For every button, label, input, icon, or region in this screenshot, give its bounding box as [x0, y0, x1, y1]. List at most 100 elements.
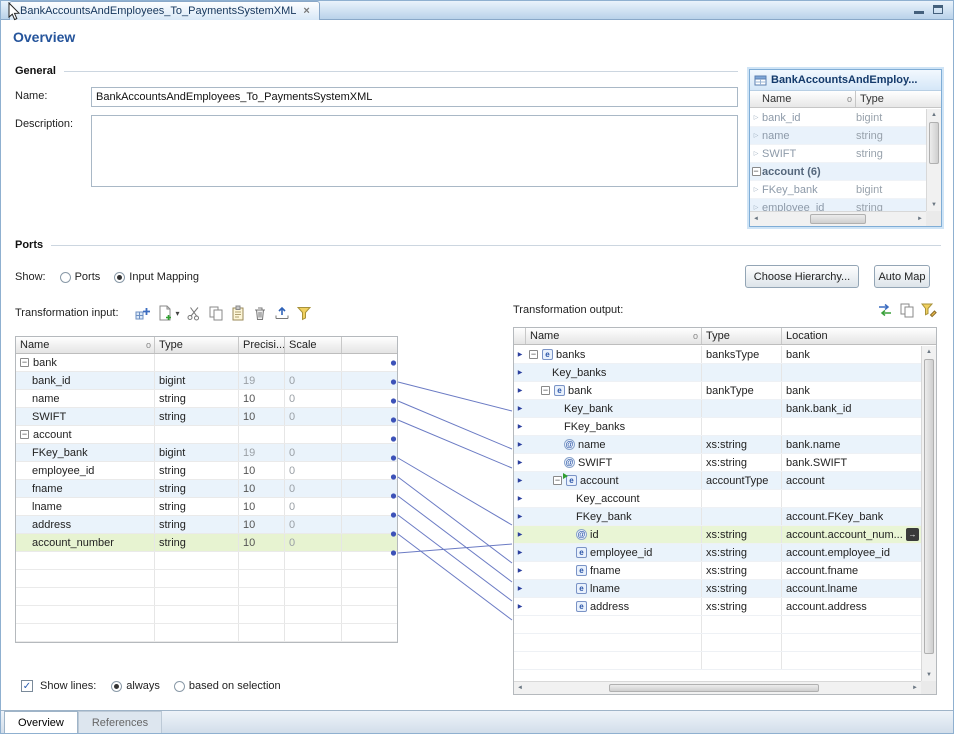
port-name: account_number	[32, 537, 114, 549]
port-name: lname	[590, 583, 620, 595]
expand-arrow-icon[interactable]: ▷	[750, 150, 762, 157]
expand-arrow-icon[interactable]: ▷	[750, 132, 762, 139]
preview-row[interactable]: ▷SWIFTstring	[750, 145, 926, 163]
cut-icon[interactable]	[186, 305, 202, 321]
tab-references[interactable]: References	[78, 711, 162, 733]
delete-icon[interactable]	[252, 305, 268, 321]
preview-row[interactable]: ▷FKey_bankbigint	[750, 181, 926, 199]
scroll-down-icon[interactable]: ▼	[922, 669, 936, 681]
output-port-row[interactable]: ▶eemployee_idxs:stringaccount.employee_i…	[514, 544, 921, 562]
ports-radio[interactable]: Ports	[60, 271, 101, 283]
paste-icon[interactable]	[230, 305, 246, 321]
expand-arrow-icon[interactable]: ▷	[750, 204, 762, 211]
output-port-row[interactable]: ▶@namexs:stringbank.name	[514, 436, 921, 454]
input-port-row[interactable]: bank_idbigint190	[16, 372, 397, 390]
output-port-row[interactable]: ▶−eaccountaccountTypeaccount	[514, 472, 921, 490]
preview-col-name[interactable]: Name o	[750, 91, 856, 107]
output-port-row[interactable]: ▶−ebankbankTypebank	[514, 382, 921, 400]
scrollbar-thumb[interactable]	[929, 122, 939, 164]
scroll-up-icon[interactable]: ▲	[927, 109, 941, 121]
scrollbar-thumb[interactable]	[609, 684, 819, 692]
input-port-row[interactable]: SWIFTstring100	[16, 408, 397, 426]
collapse-icon[interactable]: −	[750, 167, 762, 176]
new-port-icon[interactable]	[157, 305, 173, 321]
header-precision[interactable]: Precisi...	[239, 337, 285, 353]
tab-overview[interactable]: Overview	[4, 711, 78, 733]
minimize-icon[interactable]	[914, 5, 924, 14]
scrollbar-thumb[interactable]	[924, 359, 934, 654]
show-lines-checkbox[interactable]: ✓	[21, 680, 33, 692]
output-vertical-scrollbar[interactable]: ▲ ▼	[921, 346, 936, 681]
scroll-down-icon[interactable]: ▼	[927, 199, 941, 211]
output-port-row[interactable]: ▶Key_account	[514, 490, 921, 508]
collapse-icon[interactable]: −	[553, 476, 562, 485]
output-horizontal-scrollbar[interactable]: ◄ ►	[514, 681, 921, 694]
new-port-dropdown-icon[interactable]: ▾	[176, 309, 180, 318]
always-radio[interactable]: always	[111, 680, 160, 692]
port-name: Key_banks	[552, 367, 606, 379]
output-port-row[interactable]: ▶@idxs:stringaccount.account_num...→	[514, 526, 921, 544]
collapse-icon[interactable]: −	[20, 358, 29, 367]
input-port-row[interactable]: addressstring100	[16, 516, 397, 534]
header-type[interactable]: Type	[702, 328, 782, 344]
input-port-row[interactable]: namestring100	[16, 390, 397, 408]
edit-filter-icon[interactable]	[921, 302, 937, 318]
map-ports-icon[interactable]	[877, 302, 893, 318]
output-port-row[interactable]: ▶−ebanksbanksTypebank	[514, 346, 921, 364]
preview-col-type[interactable]: Type	[856, 91, 941, 107]
scroll-right-icon[interactable]: ►	[909, 682, 921, 694]
collapse-icon[interactable]: −	[541, 386, 550, 395]
header-name[interactable]: Name o	[526, 328, 702, 344]
header-type[interactable]: Type	[155, 337, 239, 353]
scrollbar-thumb[interactable]	[810, 214, 866, 224]
header-location[interactable]: Location	[782, 328, 936, 344]
output-port-row[interactable]: ▶Key_bankbank.bank_id	[514, 400, 921, 418]
input-port-row[interactable]: fnamestring100	[16, 480, 397, 498]
input-port-row[interactable]: −account	[16, 426, 397, 444]
input-port-row[interactable]: FKey_bankbigint190	[16, 444, 397, 462]
collapse-icon[interactable]: −	[20, 430, 29, 439]
description-input[interactable]	[91, 115, 738, 187]
output-port-row[interactable]: ▶efnamexs:stringaccount.fname	[514, 562, 921, 580]
navigate-icon[interactable]: →	[906, 528, 919, 541]
header-scale[interactable]: Scale	[285, 337, 342, 353]
preview-row[interactable]: ▷namestring	[750, 127, 926, 145]
preview-row[interactable]: −account (6)	[750, 163, 926, 181]
scroll-up-icon[interactable]: ▲	[922, 346, 936, 358]
expand-arrow-icon[interactable]: ▷	[750, 186, 762, 193]
name-input[interactable]	[91, 87, 738, 107]
preview-row[interactable]: ▷employee_idstring	[750, 199, 926, 211]
output-port-row[interactable]: ▶@SWIFTxs:stringbank.SWIFT	[514, 454, 921, 472]
editor-tab[interactable]: BankAccountsAndEmployees_To_PaymentsSyst…	[9, 1, 320, 20]
move-up-icon[interactable]	[274, 305, 290, 321]
close-icon[interactable]: ×	[303, 5, 309, 17]
expand-arrow-icon[interactable]: ▷	[750, 114, 762, 121]
copy-icon[interactable]	[208, 305, 224, 321]
copy-icon[interactable]	[899, 302, 915, 318]
auto-map-button[interactable]: Auto Map	[874, 265, 930, 288]
preview-horizontal-scrollbar[interactable]: ◄ ►	[750, 211, 926, 226]
output-port-row[interactable]: ▶eaddressxs:stringaccount.address	[514, 598, 921, 616]
input-port-row[interactable]: employee_idstring100	[16, 462, 397, 480]
filter-icon[interactable]	[296, 305, 312, 321]
output-port-row[interactable]: ▶FKey_banks	[514, 418, 921, 436]
input-port-row[interactable]: −bank	[16, 354, 397, 372]
input-port-row[interactable]: lnamestring100	[16, 498, 397, 516]
scroll-left-icon[interactable]: ◄	[514, 682, 526, 694]
based-on-selection-radio[interactable]: based on selection	[174, 680, 281, 692]
output-port-row[interactable]: ▶Key_banks	[514, 364, 921, 382]
scroll-left-icon[interactable]: ◄	[750, 212, 762, 226]
scroll-right-icon[interactable]: ►	[914, 212, 926, 226]
choose-hierarchy-button[interactable]: Choose Hierarchy...	[745, 265, 859, 288]
header-name[interactable]: Name o	[16, 337, 155, 353]
output-port-row[interactable]: ▶FKey_bankaccount.FKey_bank	[514, 508, 921, 526]
add-port-icon[interactable]	[135, 305, 151, 321]
input-mapping-radio[interactable]: Input Mapping	[114, 271, 199, 283]
preview-row[interactable]: ▷bank_idbigint	[750, 109, 926, 127]
input-port-row[interactable]: account_numberstring100	[16, 534, 397, 552]
maximize-icon[interactable]	[933, 5, 943, 14]
preview-vertical-scrollbar[interactable]: ▲ ▼	[926, 109, 941, 211]
output-port-row[interactable]: ▶elnamexs:stringaccount.lname	[514, 580, 921, 598]
port-name: Key_bank	[564, 403, 613, 415]
collapse-icon[interactable]: −	[529, 350, 538, 359]
